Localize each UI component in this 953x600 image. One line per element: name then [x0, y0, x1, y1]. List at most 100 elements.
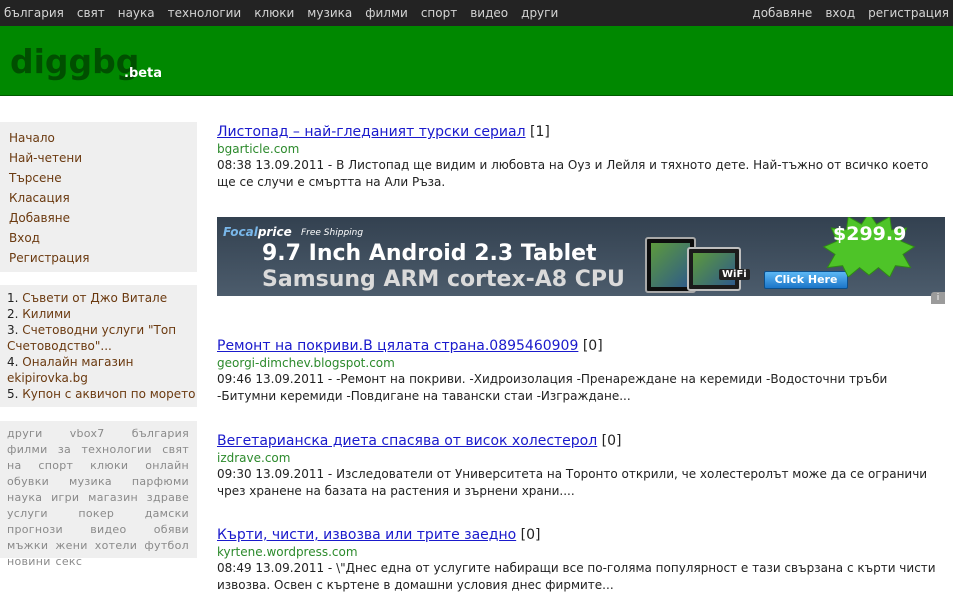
ad-choices-icon[interactable]: i	[931, 292, 945, 304]
story-item: Вегетарианска диета спасява от висок хол…	[217, 432, 950, 500]
nav-link-add[interactable]: добавяне	[752, 0, 812, 26]
tag-cloud: други vbox7 българия филми за технологии…	[0, 421, 197, 568]
tag-link[interactable]: технологии	[81, 443, 151, 456]
tag-link[interactable]: спорт	[38, 459, 73, 472]
nav-link-technology[interactable]: технологии	[168, 0, 242, 26]
sidebar-link-ranking[interactable]: Класация	[9, 191, 70, 205]
nav-link-video[interactable]: видео	[470, 0, 508, 26]
story-description: 08:49 13.09.2011 - \"Днес една от услуги…	[217, 561, 936, 592]
tag-link[interactable]: услуги	[7, 507, 48, 520]
tag-cloud-text: други vbox7 българия филми за технологии…	[0, 421, 197, 570]
tag-link[interactable]: магазин	[88, 491, 138, 504]
nav-link-world[interactable]: свят	[77, 0, 105, 26]
top-list-number: 1.	[7, 291, 19, 305]
sidebar-item-home: Начало	[9, 128, 197, 148]
story-comment-count[interactable]: [0]	[602, 433, 622, 449]
ad-banner[interactable]: Focalprice Free Shipping 9.7 Inch Androi…	[217, 217, 945, 296]
sidebar-item-register: Регистрация	[9, 248, 197, 268]
tag-link[interactable]: видео	[90, 523, 126, 536]
tag-link[interactable]: жени	[55, 539, 87, 552]
story-comment-count[interactable]: [0]	[583, 338, 603, 354]
top-list-number: 2.	[7, 307, 19, 321]
story-domain[interactable]: kyrtene.wordpress.com	[217, 544, 950, 560]
tag-link[interactable]: на	[7, 459, 22, 472]
beta-label: .beta	[124, 66, 163, 81]
nav-link-other[interactable]: други	[521, 0, 558, 26]
story-title-link[interactable]: Вегетарианска диета спасява от висок хол…	[217, 433, 597, 449]
story-item: Листопад – най-гледаният турски сериал […	[217, 123, 950, 191]
sidebar-link-login[interactable]: Вход	[9, 231, 40, 245]
tag-link[interactable]: футбол	[144, 539, 189, 552]
top-nav-bar: българия свят наука технологии клюки муз…	[0, 0, 953, 26]
top-list-link[interactable]: Оналайн магазин ekipirovka.bg	[7, 355, 134, 385]
top-list-number: 3.	[7, 323, 19, 337]
tag-link[interactable]: vbox7	[70, 427, 105, 440]
tag-link[interactable]: обяви	[154, 523, 189, 536]
sidebar-item-ranking: Класация	[9, 188, 197, 208]
top-list-link[interactable]: Счетоводни услуги "Топ Счетоводство"...	[7, 323, 176, 353]
tag-link[interactable]: парфюми	[132, 475, 189, 488]
site-header: diggbg .beta	[0, 26, 953, 96]
tag-link[interactable]: здраве	[147, 491, 189, 504]
story-domain[interactable]: georgi-dimchev.blogspot.com	[217, 355, 950, 371]
top-list-item: 1. Съвети от Джо Витале	[7, 290, 197, 306]
tag-link[interactable]: покер	[78, 507, 114, 520]
nav-link-music[interactable]: музика	[307, 0, 352, 26]
story-domain[interactable]: bgarticle.com	[217, 141, 950, 157]
nav-link-gossip[interactable]: клюки	[254, 0, 294, 26]
tag-link[interactable]: клюки	[90, 459, 128, 472]
account-nav: добавяне вход регистрация	[739, 0, 949, 26]
top-list-item: 5. Купон с аквичоп по морето	[7, 386, 197, 402]
sidebar-menu: Начало Най-четени Търсене Класация Добав…	[0, 122, 197, 272]
tag-link[interactable]: българия	[132, 427, 189, 440]
top-list-item: 3. Счетоводни услуги "Топ Счетоводство".…	[7, 322, 197, 354]
ad-headline: 9.7 Inch Android 2.3 Tablet	[262, 241, 597, 266]
site-logo[interactable]: diggbg	[10, 42, 139, 81]
tag-link[interactable]: прогнози	[7, 523, 63, 536]
sidebar-link-most-read[interactable]: Най-четени	[9, 151, 82, 165]
story-comment-count[interactable]: [0]	[521, 527, 541, 543]
sidebar-link-register[interactable]: Регистрация	[9, 251, 89, 265]
tag-link[interactable]: дамски	[145, 507, 189, 520]
top-list-item: 2. Килими	[7, 306, 197, 322]
nav-link-science[interactable]: наука	[118, 0, 155, 26]
story-title-link[interactable]: Ремонт на покриви.В цялата страна.089546…	[217, 338, 578, 354]
story-description: 09:46 13.09.2011 - -Ремонт на покриви. -…	[217, 372, 888, 403]
story-title-row: Кърти, чисти, извозва или трите заедно […	[217, 526, 950, 544]
ad-brand-part: price	[257, 225, 292, 239]
nav-link-movies[interactable]: филми	[365, 0, 408, 26]
story-description: 09:30 13.09.2011 - Изследователи от Унив…	[217, 467, 928, 498]
nav-link-login[interactable]: вход	[825, 0, 855, 26]
nav-link-bulgaria[interactable]: българия	[4, 0, 64, 26]
tag-link[interactable]: обувки	[7, 475, 49, 488]
sidebar-link-add[interactable]: Добавяне	[9, 211, 70, 225]
story-item: Кърти, чисти, извозва или трите заедно […	[217, 526, 950, 594]
story-title-link[interactable]: Листопад – най-гледаният турски сериал	[217, 124, 526, 140]
story-domain[interactable]: izdrave.com	[217, 450, 950, 466]
top-list-number: 4.	[7, 355, 19, 369]
wifi-badge: WiFi	[719, 269, 750, 280]
sidebar-item-most-read: Най-четени	[9, 148, 197, 168]
story-comment-count[interactable]: [1]	[530, 124, 550, 140]
top-list-link[interactable]: Купон с аквичоп по морето	[22, 387, 195, 401]
story-title-link[interactable]: Кърти, чисти, извозва или трите заедно	[217, 527, 516, 543]
tag-link[interactable]: филми	[7, 443, 48, 456]
top-list-link[interactable]: Съвети от Джо Витале	[22, 291, 167, 305]
top-list-link[interactable]: Килими	[22, 307, 71, 321]
tag-link[interactable]: игри	[51, 491, 79, 504]
tag-link[interactable]: за	[58, 443, 71, 456]
tag-link[interactable]: наука	[7, 491, 42, 504]
tag-link[interactable]: други	[7, 427, 43, 440]
tag-link[interactable]: свят	[162, 443, 189, 456]
story-title-row: Ремонт на покриви.В цялата страна.089546…	[217, 337, 950, 355]
tag-link[interactable]: мъжки	[7, 539, 48, 552]
nav-link-sport[interactable]: спорт	[421, 0, 457, 26]
tag-link[interactable]: новини	[7, 555, 51, 568]
tag-link[interactable]: секс	[56, 555, 83, 568]
sidebar-link-home[interactable]: Начало	[9, 131, 55, 145]
tag-link[interactable]: музика	[69, 475, 112, 488]
tag-link[interactable]: хотели	[95, 539, 137, 552]
nav-link-register[interactable]: регистрация	[868, 0, 949, 26]
tag-link[interactable]: онлайн	[145, 459, 189, 472]
sidebar-link-search[interactable]: Търсене	[9, 171, 62, 185]
